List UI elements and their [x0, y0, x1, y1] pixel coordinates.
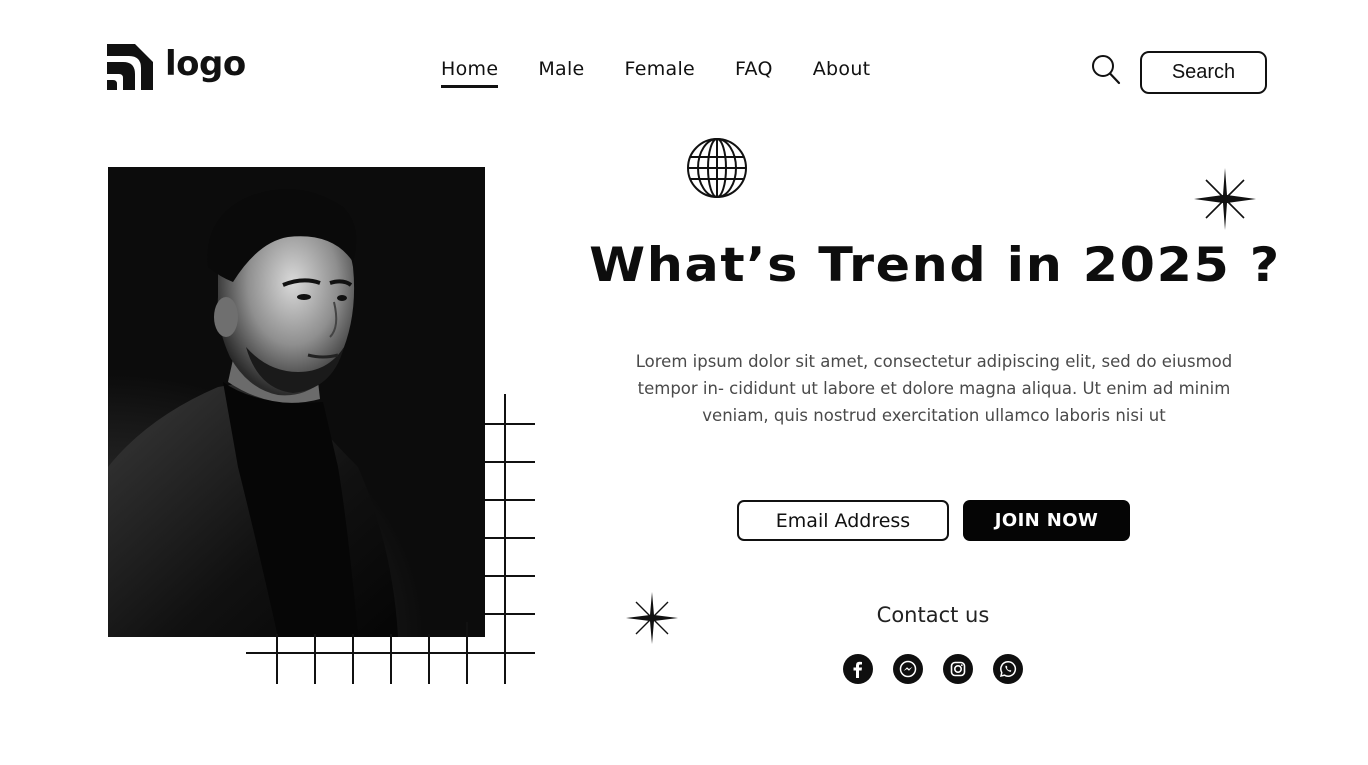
nav-item-home[interactable]: Home	[441, 58, 499, 88]
instagram-icon[interactable]	[943, 654, 973, 684]
main-nav: Home Male Female FAQ About	[441, 58, 870, 88]
contact-title: Contact us	[876, 603, 990, 627]
sparkle-icon	[1194, 168, 1256, 230]
social-links	[843, 654, 1023, 684]
logo-text: logo	[165, 44, 246, 84]
search-button[interactable]: Search	[1140, 51, 1267, 94]
join-now-button[interactable]: JOIN NOW	[963, 500, 1130, 541]
nav-item-male[interactable]: Male	[538, 58, 584, 88]
globe-icon	[687, 138, 747, 198]
hero-headline: What’s Trend in 2025 ?	[589, 238, 1281, 293]
sparkle-icon	[626, 592, 678, 644]
hero-paragraph: Lorem ipsum dolor sit amet, consectetur …	[635, 352, 1233, 425]
email-field[interactable]	[737, 500, 949, 541]
logo-mark-icon	[107, 44, 153, 90]
search-icon[interactable]	[1090, 53, 1122, 87]
whatsapp-icon[interactable]	[993, 654, 1023, 684]
nav-item-about[interactable]: About	[813, 58, 871, 88]
facebook-icon[interactable]	[843, 654, 873, 684]
grid-decoration	[246, 394, 535, 684]
logo[interactable]: logo	[107, 44, 246, 90]
messenger-icon[interactable]	[893, 654, 923, 684]
nav-item-faq[interactable]: FAQ	[735, 58, 773, 88]
nav-item-female[interactable]: Female	[625, 58, 696, 88]
